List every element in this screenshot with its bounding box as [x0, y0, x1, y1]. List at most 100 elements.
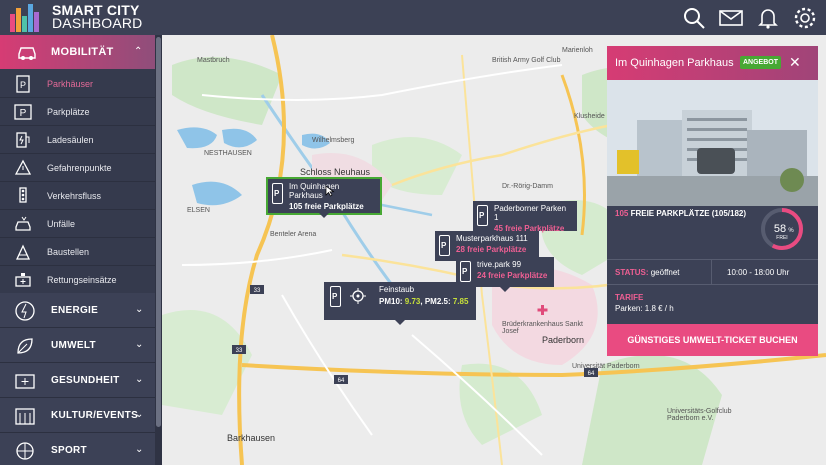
map-label: Universitäts-Golfclub Paderborn e.V. [667, 408, 732, 422]
sidebar-item-label: Parkplätze [47, 107, 90, 117]
map-label: British Army Golf Club [492, 57, 561, 64]
pm10-value: 9.73 [404, 297, 421, 306]
sidebar-item-baustellen[interactable]: Baustellen [0, 239, 155, 266]
sidebar-item-parkplätze[interactable]: P Parkplätze [0, 99, 155, 126]
sidebar-item-gefahrenpunkte[interactable]: Gefahrenpunkte [0, 155, 155, 182]
pm25-value: 7.85 [452, 297, 469, 306]
environment-icon [17, 338, 33, 354]
parking-icon: P [460, 261, 471, 282]
gear-icon[interactable] [793, 6, 817, 30]
city-logo-icon [10, 4, 39, 32]
sidebar-item-label: Verkehrsfluss [47, 191, 102, 201]
category-label: KULTUR/EVENTS [51, 410, 139, 421]
parking-icon: P [477, 205, 488, 226]
parking-detail-panel: Im Quinhagen Parkhaus ANGEBOT ✕ 105 FREI… [607, 46, 818, 356]
occupancy-gauge: 58 % FREI [761, 208, 803, 250]
charging-station-icon [16, 132, 30, 148]
map-label: NESTHAUSEN [204, 150, 252, 157]
dust-icon [350, 288, 366, 304]
energy-icon [15, 301, 35, 321]
parking-icon: P [272, 183, 283, 204]
scrollbar-thumb[interactable] [156, 37, 161, 427]
map-label: Klusheide [574, 113, 605, 120]
hazard-icon [14, 159, 32, 175]
road-shield: 33 [232, 345, 246, 354]
pm10-label: PM10: [379, 297, 403, 306]
sidebar-item-label: Gefahrenpunkte [47, 163, 112, 173]
status: STATUS: geöffnet [615, 268, 680, 277]
tooltip-free: 28 freie Parkplätze [456, 245, 527, 254]
tooltip-name: Musterparkhaus 111 [456, 234, 528, 243]
map-label: Brüderkrankenhaus Sankt Josef [502, 321, 583, 335]
parking-tooltip-selected[interactable]: P Im Quinhagen Parkhaus 105 freie Parkpl… [266, 177, 382, 218]
chevron-down-icon: ⌄ [135, 304, 144, 315]
parking-tooltip[interactable]: P Paderborner Parken 1 45 freie Parkplät… [473, 201, 577, 236]
sidebar-item-label: Baustellen [47, 247, 90, 257]
construction-icon [15, 244, 31, 260]
map-label: Mastbruch [197, 57, 230, 64]
sidebar-item-label: Parkhäuser [47, 79, 94, 89]
svg-text:33: 33 [254, 288, 261, 294]
map-label: Wilhelmsberg [312, 137, 355, 144]
map-label: Dr.-Rörig-Damm [502, 183, 553, 190]
parking-photo [607, 80, 818, 206]
category-label: SPORT [51, 445, 87, 456]
svg-text:33: 33 [236, 348, 243, 354]
sidebar-item-label: Unfälle [47, 219, 76, 229]
traffic-light-icon [19, 187, 27, 203]
air-title: Feinstaub [379, 285, 415, 294]
road-shield: 64 [334, 375, 348, 384]
parking-icon: P [439, 235, 450, 256]
category-energie[interactable]: ENERGIE ⌄ [0, 293, 155, 328]
rescue-icon [15, 273, 31, 287]
opening-hours: 10:00 - 18:00 Uhr [727, 268, 790, 277]
bell-icon[interactable] [756, 6, 780, 30]
parking-garage-icon: P [16, 75, 30, 93]
free-spaces: 105 FREIE PARKPLÄTZE (105/182) [615, 209, 747, 218]
category-umwelt[interactable]: UMWELT ⌄ [0, 328, 155, 363]
category-gesundheit[interactable]: GESUNDHEIT ⌄ [0, 363, 155, 398]
svg-text:58: 58 [774, 223, 786, 235]
search-icon[interactable] [682, 6, 706, 30]
category-label: GESUNDHEIT [51, 375, 120, 386]
close-icon[interactable]: ✕ [789, 54, 801, 71]
sidebar: MOBILITÄT ⌃ P Parkhäuser P Parkplätze Ladesä… [0, 35, 162, 465]
svg-text:P: P [20, 108, 27, 119]
svg-text:%: % [788, 228, 794, 234]
tariff-price: Parken: 1.8 € / h [615, 304, 674, 313]
sidebar-item-ladesäulen[interactable]: Ladesäulen [0, 127, 155, 154]
map-label: Paderborn [542, 335, 585, 345]
map-label: Marienloh [562, 47, 593, 54]
map-label: Schloss Neuhaus [300, 167, 371, 177]
svg-text:64: 64 [588, 371, 595, 377]
book-ticket-button[interactable]: GÜNSTIGES UMWELT-TICKET BUCHEN [607, 324, 818, 356]
accident-icon [15, 216, 31, 231]
category-mobilitaet[interactable]: MOBILITÄT ⌃ [0, 35, 155, 69]
sidebar-item-rettungseinsätze[interactable]: Rettungseinsätze [0, 267, 155, 294]
chevron-down-icon: ⌄ [135, 374, 144, 385]
sidebar-item-verkehrsfluss[interactable]: Verkehrsfluss [0, 183, 155, 210]
sidebar-item-parkhäuser[interactable]: P Parkhäuser [0, 71, 155, 98]
culture-icon [15, 408, 35, 425]
chevron-down-icon: ⌄ [135, 409, 144, 420]
mail-icon[interactable] [719, 6, 743, 30]
chevron-down-icon: ⌄ [135, 444, 144, 455]
category-kultur-events[interactable]: KULTUR/EVENTS ⌄ [0, 398, 155, 433]
chevron-down-icon: ⌄ [135, 339, 144, 350]
category-label: UMWELT [51, 340, 96, 351]
map-label: ELSEN [187, 207, 210, 214]
tariff-label: TARIFE [615, 293, 644, 302]
app-title: SMART CITY DASHBOARD [52, 2, 143, 31]
panel-title: Im Quinhagen Parkhaus [615, 57, 734, 69]
sport-icon [16, 442, 34, 460]
road-shield: 33 [250, 285, 264, 294]
pm25-label: PM2.5: [424, 297, 451, 306]
air-quality-tooltip[interactable]: P Feinstaub PM10: 9.73, PM2.5: 7.85 [324, 282, 476, 325]
category-sport[interactable]: SPORT ⌄ [0, 433, 155, 465]
parking-icon: P [14, 104, 32, 120]
sidebar-item-label: Ladesäulen [47, 135, 94, 145]
sidebar-item-label: Rettungseinsätze [47, 275, 117, 285]
sidebar-item-unfälle[interactable]: Unfälle [0, 211, 155, 238]
chevron-up-icon: ⌃ [134, 46, 143, 57]
tooltip-name: trive.park 99 [477, 260, 522, 269]
